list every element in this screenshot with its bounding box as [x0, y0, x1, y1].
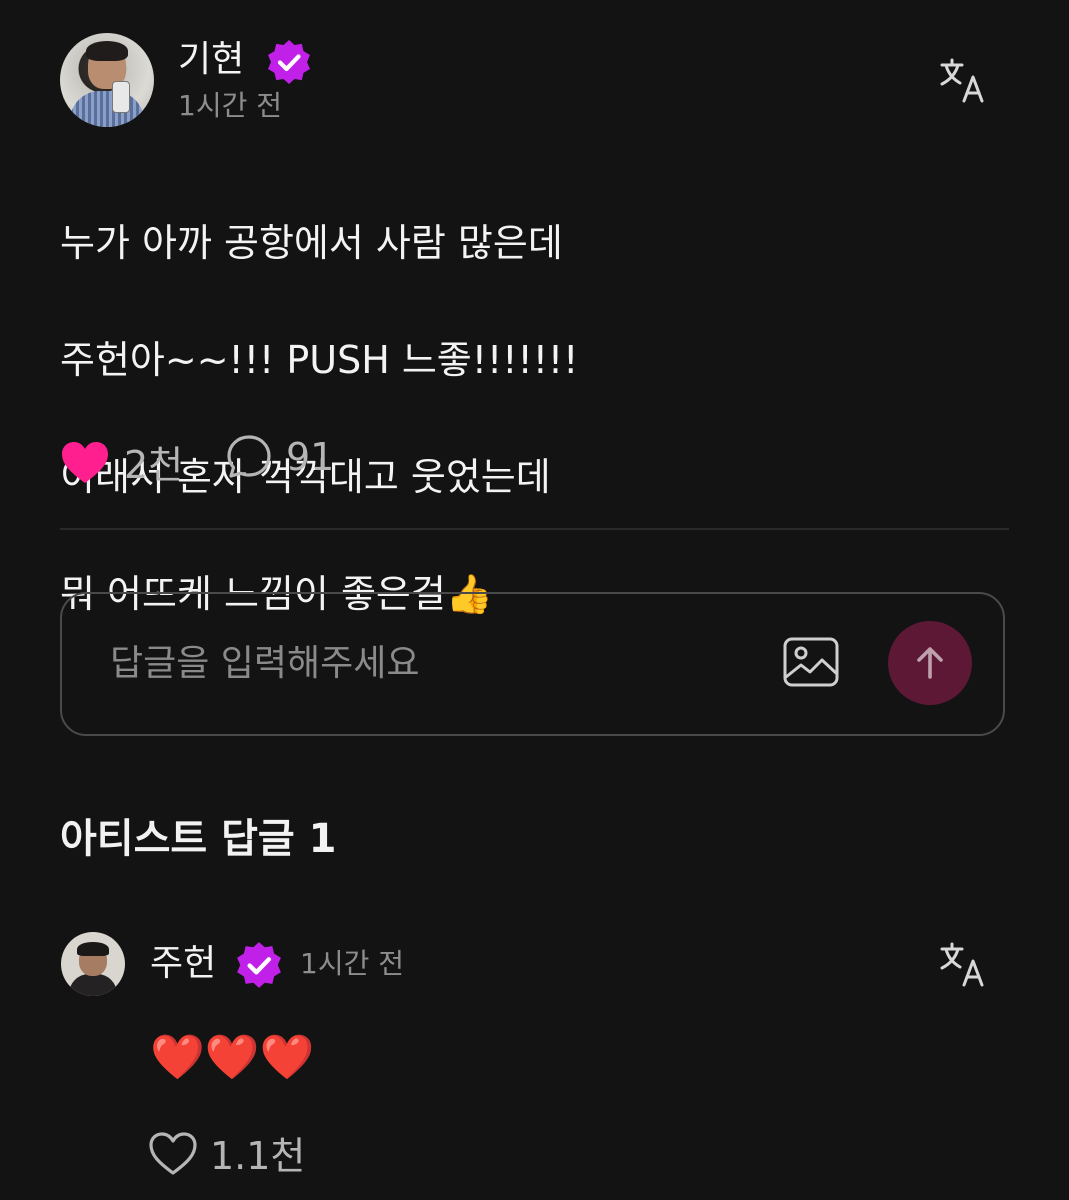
- reply-author-avatar[interactable]: [61, 932, 125, 996]
- image-icon: [783, 637, 839, 687]
- verified-badge-icon: [268, 40, 310, 84]
- comment-icon: [227, 435, 271, 478]
- translate-icon: [940, 58, 984, 103]
- reply-translate-button[interactable]: [937, 938, 989, 990]
- author-avatar[interactable]: [60, 33, 154, 127]
- send-button[interactable]: [888, 621, 972, 705]
- like-count: 2천: [124, 443, 184, 487]
- post-line: 주헌아~~!!! PUSH 느좋!!!!!!!: [60, 337, 579, 382]
- heart-outline-icon: [149, 1131, 197, 1175]
- comment-button[interactable]: 91: [226, 434, 334, 480]
- like-button[interactable]: 2천: [60, 434, 183, 489]
- attach-image-button[interactable]: [782, 633, 840, 691]
- reply-input[interactable]: 답글을 입력해주세요: [110, 640, 420, 688]
- reply-author-name[interactable]: 주헌: [150, 940, 216, 988]
- reply-time: 1시간 전: [300, 947, 404, 980]
- heart-filled-icon: [62, 441, 108, 483]
- divider: [60, 528, 1009, 530]
- reply-like-button[interactable]: 1.1천: [148, 1125, 305, 1180]
- post-line: 누가 아까 공항에서 사람 많은데: [60, 220, 563, 265]
- reply-like-count: 1.1천: [210, 1134, 306, 1178]
- comment-count: 91: [286, 435, 335, 479]
- arrow-up-icon: [917, 647, 943, 679]
- reply-content: ❤️❤️❤️: [150, 1032, 315, 1083]
- translate-button[interactable]: [937, 54, 989, 106]
- post-time: 1시간 전: [178, 89, 282, 122]
- verified-badge-icon: [237, 942, 281, 988]
- author-name[interactable]: 기현: [178, 36, 244, 84]
- translate-icon: [940, 942, 984, 987]
- artist-replies-title: 아티스트 답글 1: [60, 816, 337, 862]
